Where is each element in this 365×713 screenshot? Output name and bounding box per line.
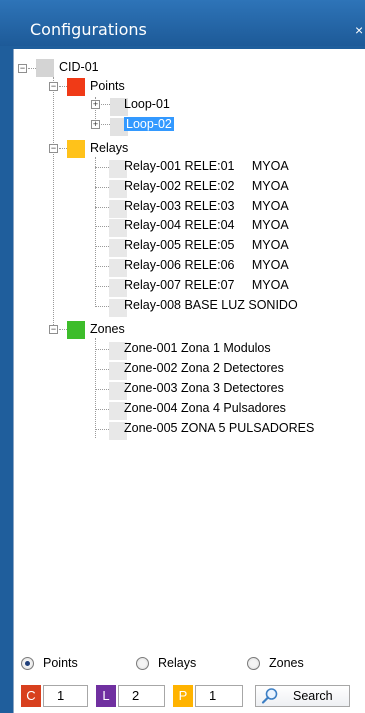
tree-connector [101,124,110,125]
radio-zones-indicator[interactable] [247,656,260,670]
tree-connector [95,305,109,307]
radio-relays-label: Relays [158,656,197,670]
root-node-icon [36,59,54,77]
tree-connector [95,206,109,208]
tree-connector [28,68,36,69]
tree-zone-item[interactable]: Zone-002 Zona 2 Detectores [124,361,284,375]
tree-connector [95,226,109,228]
root-collapse-icon[interactable]: − [18,64,27,73]
tree-connector [59,148,67,149]
loop-expand-icon[interactable]: + [91,100,100,109]
counter-c-badge: C [21,685,41,707]
tree-connector [95,157,96,305]
tree-zone-item[interactable]: Zone-005 ZONA 5 PULSADORES [124,421,314,435]
radio-zones-label: Zones [269,656,304,670]
radio-points-label: Points [43,656,78,670]
tree-connector [53,77,54,325]
tree-zone-item[interactable]: Zone-003 Zona 3 Detectores [124,381,284,395]
tree-loop-item[interactable]: Loop-01 [124,97,170,111]
tree-connector [95,389,109,391]
radio-relays-indicator[interactable] [136,656,149,670]
radio-relays[interactable]: Relays [136,656,196,670]
tree-connector [101,104,110,105]
tree-relay-item[interactable]: Relay-001 RELE:01 MYOA [124,159,289,173]
tree-connector [95,338,96,438]
points-folder-icon [67,78,85,96]
tree-connector [95,186,109,188]
panel-body: − CID-01− Points + Loop-01 + Loop-02− Relays Rel… [13,49,365,713]
tree-relay-item[interactable]: Relay-004 RELE:04 MYOA [124,218,289,232]
configuration-tree: − CID-01− Points + Loop-01 + Loop-02− Relays Rel… [14,49,365,649]
tree-relay-item[interactable]: Relay-002 RELE:02 MYOA [124,179,289,193]
zones-collapse-icon[interactable]: − [49,325,58,334]
tree-relay-item[interactable]: Relay-008 BASE LUZ SONIDO [124,298,298,312]
filter-radio-group: Points Relays Zones [14,656,365,678]
loop-expand-icon[interactable]: + [91,120,100,129]
tree-relay-item[interactable]: Relay-005 RELE:05 MYOA [124,238,289,252]
tree-connector [95,409,109,411]
radio-zones[interactable]: Zones [247,656,304,670]
radio-points[interactable]: Points [21,656,78,670]
counter-p-badge: P [173,685,193,707]
window-title: Configurations [30,20,147,39]
counter-p-value: 1 [195,685,243,707]
search-button[interactable]: Search [255,685,350,707]
tree-connector [95,285,109,287]
tree-zones-label[interactable]: Zones [90,322,125,336]
magnifier-icon [261,688,278,704]
tree-points-label[interactable]: Points [90,79,125,93]
tree-connector [95,167,109,168]
tree-connector [95,349,109,350]
relays-folder-icon [67,140,85,158]
counter-l-badge: L [96,685,116,707]
relays-collapse-icon[interactable]: − [49,144,58,153]
counter-c-value: 1 [43,685,88,707]
search-label: Search [293,689,333,703]
tree-relay-item[interactable]: Relay-003 RELE:03 MYOA [124,199,289,213]
counter-l-value: 2 [118,685,165,707]
tree-connector [95,266,109,267]
tree-root-label[interactable]: CID-01 [59,60,99,74]
tree-loop-item[interactable]: Loop-02 [124,117,174,131]
tree-relay-item[interactable]: Relay-007 RELE:07 MYOA [124,278,289,292]
tree-connector [59,329,67,330]
close-icon[interactable]: × [355,22,363,38]
tree-connector [95,246,109,248]
tree-zone-item[interactable]: Zone-001 Zona 1 Modulos [124,341,271,355]
tree-zone-item[interactable]: Zone-004 Zona 4 Pulsadores [124,401,286,415]
radio-points-indicator[interactable] [21,656,34,670]
zones-folder-icon [67,321,85,339]
counters-bar: C 1 L 2 P 1 Search [14,685,365,709]
title-bar: Configurations × [0,0,365,46]
tree-connector [59,86,67,87]
points-collapse-icon[interactable]: − [49,82,58,91]
tree-connector [95,369,109,371]
tree-connector [95,429,109,431]
tree-relays-label[interactable]: Relays [90,141,128,155]
tree-relay-item[interactable]: Relay-006 RELE:06 MYOA [124,258,289,272]
configurations-panel: Configurations × − CID-01− Points + Loop-01 +… [0,0,365,713]
